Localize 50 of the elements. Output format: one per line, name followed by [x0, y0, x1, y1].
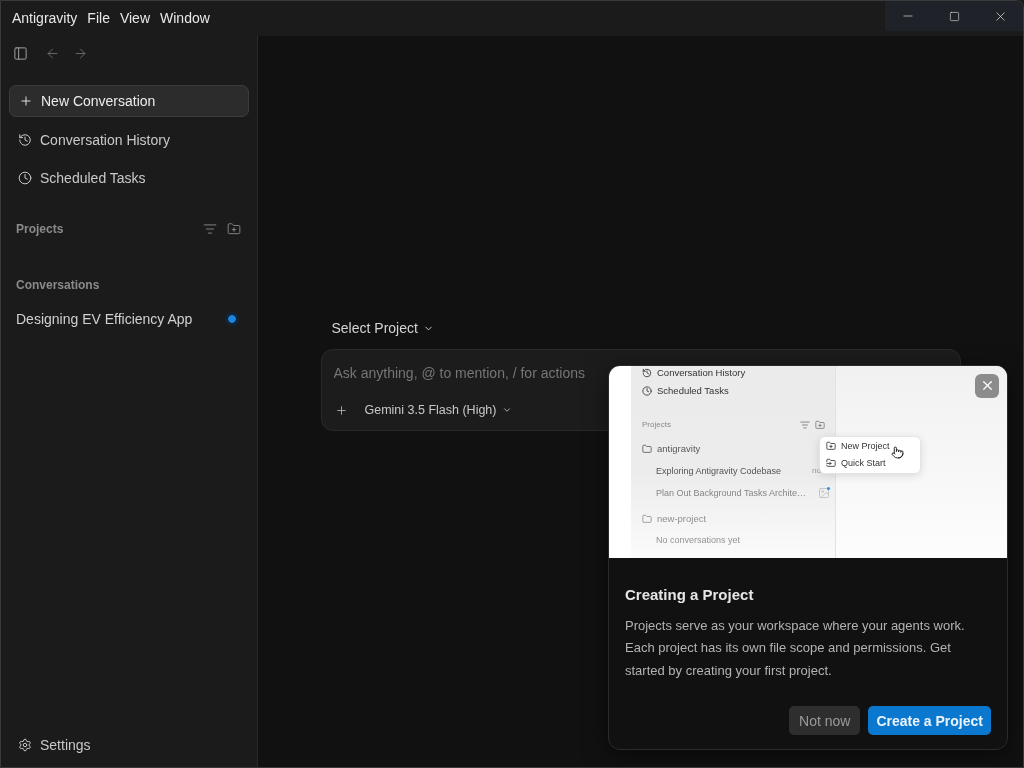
folder-icon [642, 513, 652, 524]
sidebar-icon [12, 45, 28, 61]
maximize-icon [948, 10, 960, 22]
model-selector[interactable]: Gemini 3.5 Flash (High) [364, 403, 512, 417]
filter-icon[interactable] [203, 222, 217, 236]
conversation-item[interactable]: Designing EV Efficiency App [9, 304, 249, 334]
settings-icon [18, 738, 32, 752]
folder-icon [642, 443, 652, 454]
filter-icon [800, 419, 810, 430]
create-project-button[interactable]: Create a Project [868, 706, 991, 735]
dialog-description: Projects serve as your workspace where your agents work. Each project has its own file scope and permissions. Get started by creating your first project. [625, 616, 966, 680]
section-heading: Conversations [16, 278, 100, 292]
preview-conversation: Exploring Antigravity Codebase [656, 465, 782, 476]
section-heading: Projects [16, 222, 64, 236]
preview-heading: Projects [642, 420, 671, 429]
preview-empty-text: No conversations yet [656, 534, 741, 545]
plus-icon [335, 403, 348, 417]
preview-meta: no [812, 466, 821, 475]
history-icon [18, 133, 32, 147]
menu-item[interactable]: Antigravity [11, 8, 79, 28]
sidebar-link[interactable]: Scheduled Tasks [9, 159, 249, 197]
preview-project-name: new-project [657, 513, 707, 524]
plus-icon [19, 94, 33, 108]
folder-plus-icon [815, 419, 825, 430]
dismiss-button[interactable]: Not now [789, 706, 861, 735]
close-button[interactable] [975, 373, 999, 398]
folder-arrow-icon [826, 458, 836, 468]
preview-conversation: Plan Out Background Tasks Archite… [656, 487, 806, 498]
preview-menu-text: Quick Start [841, 458, 886, 468]
menu-item[interactable]: File [86, 8, 111, 28]
right-arrow-icon [72, 45, 88, 61]
settings-link[interactable]: Settings [9, 730, 249, 760]
project-selector[interactable]: Select Project [331, 317, 434, 339]
hand-pointer-icon [891, 445, 904, 459]
chevron-down-icon [501, 405, 512, 415]
menu-item[interactable]: View [118, 8, 151, 28]
menu-item[interactable]: Window [159, 8, 211, 28]
clock-icon [18, 171, 32, 185]
preview-project-name: antigravity [657, 443, 701, 454]
prompt-input[interactable]: Ask anything, @ to mention, / for actions [333, 363, 602, 383]
sidebar-link[interactable]: Conversation History [9, 121, 249, 159]
new-conversation-button[interactable]: New Conversation [9, 85, 249, 117]
folder-plus-icon [826, 441, 836, 451]
preview-nav-text: Scheduled Tasks [657, 385, 729, 396]
folder-plus-icon[interactable] [227, 222, 241, 236]
clock-icon [642, 385, 652, 396]
history-icon [642, 367, 652, 378]
preview-menu-text: New Project [841, 441, 890, 451]
dialog-title: Creating a Project [625, 584, 755, 605]
preview-nav-text: Conversation History [657, 367, 746, 378]
